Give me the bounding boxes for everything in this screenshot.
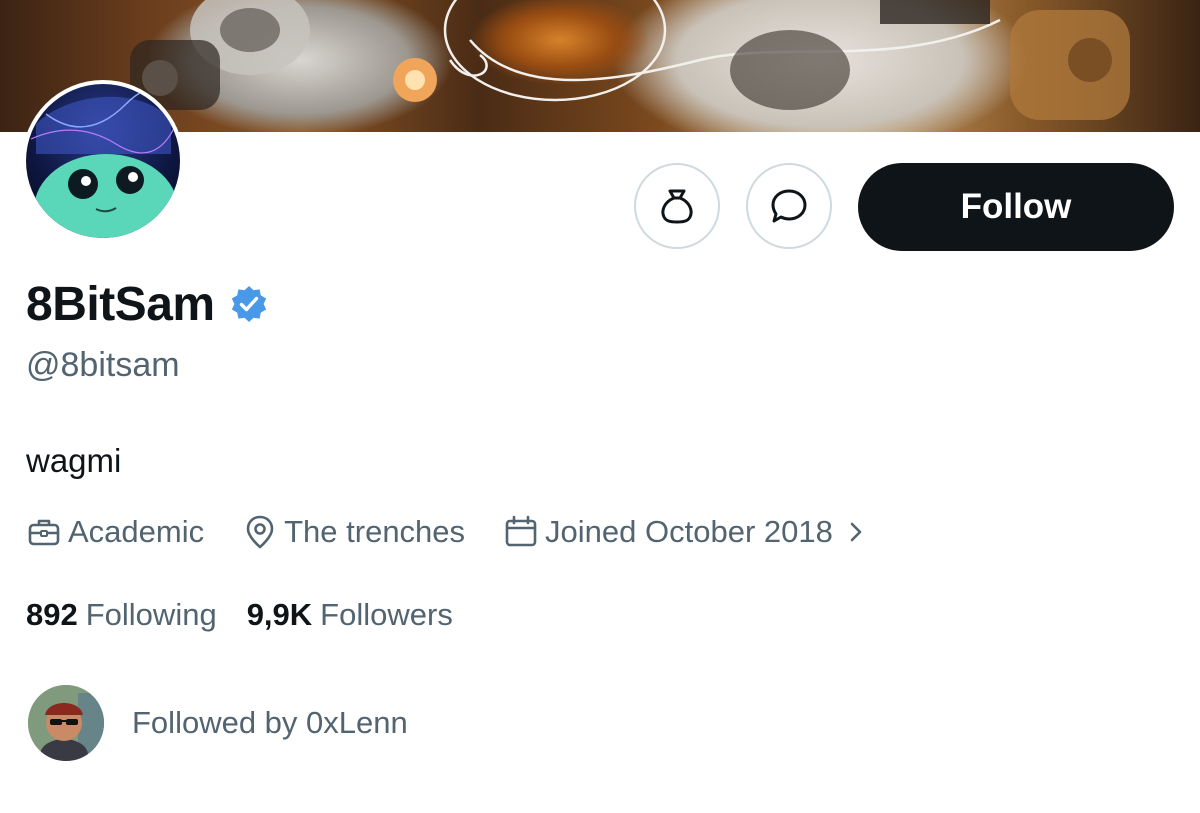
profile-meta: Academic The trenches Joined October 201…: [26, 510, 877, 554]
chevron-right-icon: [850, 522, 862, 542]
profile-banner[interactable]: [0, 0, 1200, 132]
following-link[interactable]: 892 Following: [26, 597, 217, 633]
followed-by-row[interactable]: Followed by 0xLenn: [28, 684, 408, 762]
display-name: 8BitSam: [26, 277, 215, 331]
profile-stats: 892 Following 9,9K Followers: [26, 594, 483, 636]
avatar-image: [26, 84, 180, 238]
verified-badge-icon[interactable]: [229, 284, 269, 324]
bio-text: wagmi: [26, 442, 122, 479]
user-handle: @8bitsam: [26, 346, 180, 384]
calendar-icon: [505, 515, 537, 547]
following-label: Following: [85, 597, 217, 632]
profile-avatar[interactable]: [22, 80, 184, 242]
followers-count: 9,9K: [246, 597, 313, 632]
location-label: The trenches: [284, 514, 466, 549]
location-pin-icon: [246, 515, 274, 549]
category-label: Academic: [68, 514, 205, 549]
followers-label: Followers: [320, 597, 453, 632]
banner-artwork: [130, 0, 1130, 120]
meta-category: Academic: [26, 514, 204, 550]
follow-button[interactable]: Follow: [858, 163, 1174, 251]
money-bag-icon: [661, 189, 693, 224]
follower-avatar[interactable]: [28, 685, 104, 761]
meta-joined[interactable]: Joined October 2018: [503, 514, 877, 550]
followed-by-text[interactable]: Followed by 0xLenn: [132, 705, 408, 741]
message-bubble-icon: [771, 189, 807, 223]
message-button[interactable]: [746, 163, 832, 249]
briefcase-icon: [28, 519, 60, 546]
joined-label: Joined October 2018: [545, 514, 833, 549]
followers-link[interactable]: 9,9K Followers: [247, 597, 453, 633]
following-count: 892: [26, 597, 78, 632]
tip-button[interactable]: [634, 163, 720, 249]
name-row: 8BitSam: [26, 274, 269, 334]
meta-location: The trenches: [242, 514, 465, 550]
